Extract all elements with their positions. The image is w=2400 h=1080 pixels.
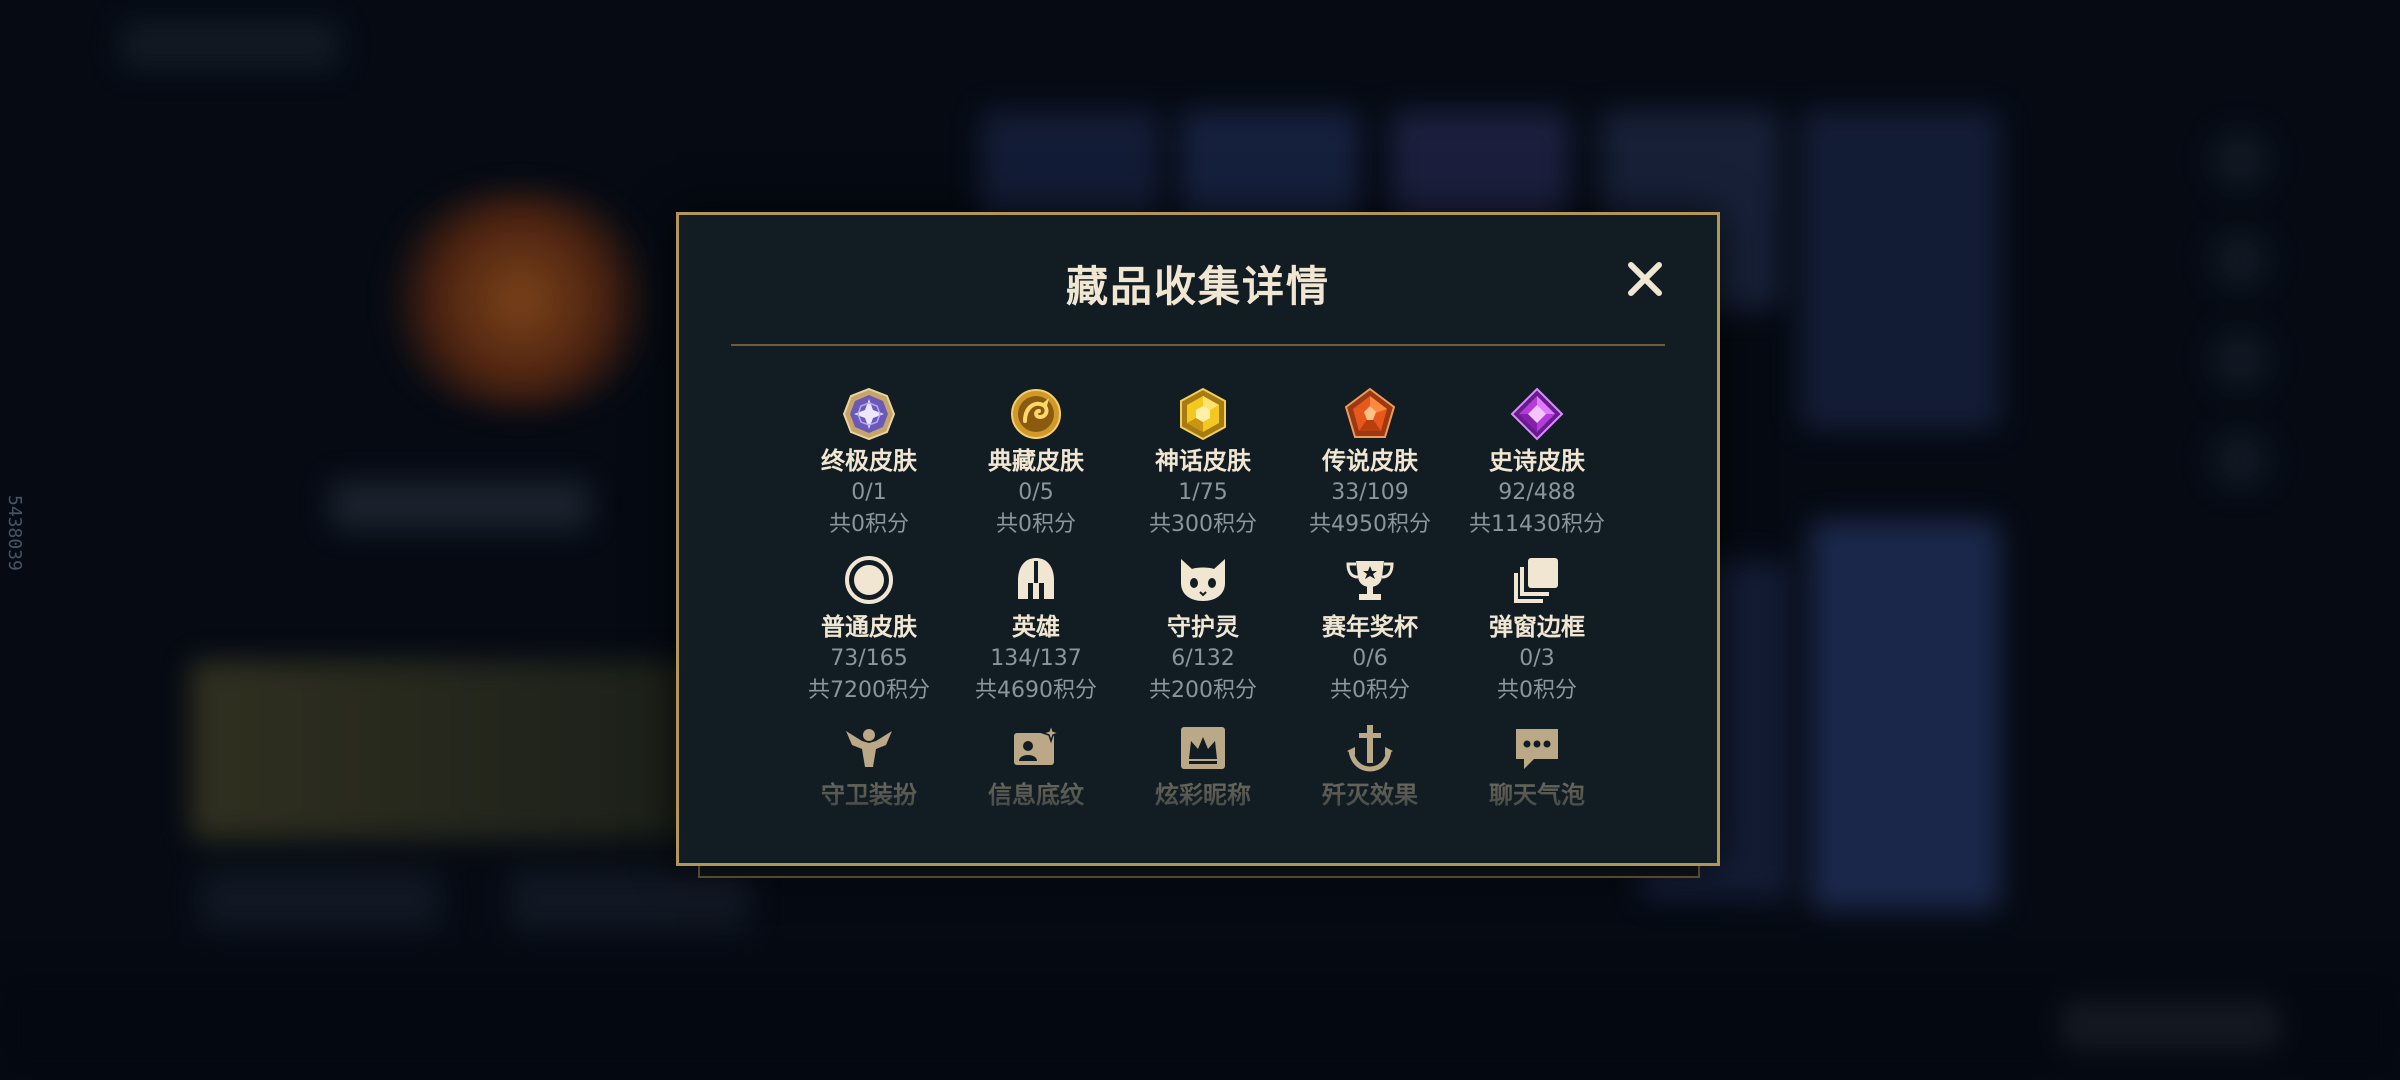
dialog-bottom-edge xyxy=(698,866,1700,878)
side-id-label: 5438039 xyxy=(4,495,25,571)
item-points: 共0积分 xyxy=(1497,678,1577,703)
info-card-icon xyxy=(1014,722,1062,765)
collection-item-nickname[interactable]: 炫彩昵称 xyxy=(1119,721,1287,811)
title-divider xyxy=(731,344,1665,346)
item-points: 共11430积分 xyxy=(1469,512,1605,537)
prestige-skin-icon xyxy=(1011,389,1061,439)
elimination-effect-icon xyxy=(1347,725,1393,772)
collection-grid: 终极皮肤 0/1 共0积分 典藏皮肤 0/5 共0积分 神话皮肤 1/75 共3… xyxy=(679,375,1717,843)
mythic-skin-icon xyxy=(1180,387,1226,441)
close-button[interactable] xyxy=(1623,257,1667,301)
ward-skin-icon xyxy=(846,729,892,767)
item-count: 1/75 xyxy=(1178,480,1228,505)
close-icon xyxy=(1628,262,1662,296)
item-count: 92/488 xyxy=(1498,480,1576,505)
collection-item-elimination-effect[interactable]: 歼灭效果 xyxy=(1286,721,1454,811)
item-count: 134/137 xyxy=(990,646,1082,671)
item-name: 守护灵 xyxy=(1167,613,1239,641)
item-points: 共7200积分 xyxy=(808,678,930,703)
standard-skin-icon xyxy=(845,556,893,604)
item-name: 传说皮肤 xyxy=(1322,447,1418,475)
item-count: 0/5 xyxy=(1018,480,1054,505)
item-count: 6/132 xyxy=(1171,646,1235,671)
item-points: 共4690积分 xyxy=(975,678,1097,703)
collection-item-epic-skin[interactable]: 史诗皮肤 92/488 共11430积分 xyxy=(1453,387,1621,541)
dialog-title: 藏品收集详情 xyxy=(1065,262,1330,311)
collection-item-popup-frame[interactable]: 弹窗边框 0/3 共0积分 xyxy=(1453,553,1621,707)
guardian-spirit-icon xyxy=(1181,559,1225,601)
collection-item-info-card[interactable]: 信息底纹 xyxy=(952,721,1120,811)
item-points: 共0积分 xyxy=(1330,678,1410,703)
ultimate-skin-icon xyxy=(842,387,896,441)
item-name: 神话皮肤 xyxy=(1155,447,1251,475)
collection-item-ultimate-skin[interactable]: 终极皮肤 0/1 共0积分 xyxy=(785,387,953,541)
item-name: 普通皮肤 xyxy=(821,613,917,641)
item-name: 史诗皮肤 xyxy=(1489,447,1585,475)
collection-item-ward-skin[interactable]: 守卫装扮 xyxy=(785,721,953,811)
item-name: 守卫装扮 xyxy=(821,781,917,809)
nickname-icon xyxy=(1181,727,1225,769)
collection-item-chat-bubble[interactable]: 聊天气泡 xyxy=(1453,721,1621,811)
collection-item-prestige-skin[interactable]: 典藏皮肤 0/5 共0积分 xyxy=(952,387,1120,541)
item-points: 共4950积分 xyxy=(1309,512,1431,537)
item-name: 赛年奖杯 xyxy=(1322,613,1418,641)
trophy-icon xyxy=(1346,561,1394,600)
collection-item-champion[interactable]: 英雄 134/137 共4690积分 xyxy=(952,553,1120,707)
item-name: 炫彩昵称 xyxy=(1155,781,1251,809)
item-count: 0/3 xyxy=(1519,646,1555,671)
item-name: 聊天气泡 xyxy=(1489,781,1585,809)
epic-skin-icon xyxy=(1510,387,1564,441)
popup-frame-icon xyxy=(1514,558,1558,603)
chat-bubble-icon xyxy=(1516,729,1558,769)
item-count: 33/109 xyxy=(1331,480,1409,505)
collection-item-guardian-spirit[interactable]: 守护灵 6/132 共200积分 xyxy=(1119,553,1287,707)
item-points: 共0积分 xyxy=(829,512,909,537)
item-points: 共300积分 xyxy=(1149,512,1257,537)
item-name: 终极皮肤 xyxy=(821,447,917,475)
item-count: 0/6 xyxy=(1352,646,1388,671)
item-name: 歼灭效果 xyxy=(1322,781,1418,809)
collection-details-dialog: 藏品收集详情 终极皮肤 0/1 共0积分 典藏皮肤 0/5 共0积分 神话皮肤 … xyxy=(676,212,1720,866)
collection-item-standard-skin[interactable]: 普通皮肤 73/165 共7200积分 xyxy=(785,553,953,707)
item-points: 共0积分 xyxy=(996,512,1076,537)
item-points: 共200积分 xyxy=(1149,678,1257,703)
item-name: 典藏皮肤 xyxy=(988,447,1084,475)
item-count: 0/1 xyxy=(851,480,887,505)
collection-item-mythic-skin[interactable]: 神话皮肤 1/75 共300积分 xyxy=(1119,387,1287,541)
item-count: 73/165 xyxy=(830,646,908,671)
champion-helmet-icon xyxy=(1018,558,1054,599)
item-name: 信息底纹 xyxy=(988,781,1084,809)
collection-item-legendary-skin[interactable]: 传说皮肤 33/109 共4950积分 xyxy=(1286,387,1454,541)
legendary-skin-icon xyxy=(1344,387,1396,438)
item-name: 弹窗边框 xyxy=(1489,613,1585,641)
collection-item-season-trophy[interactable]: 赛年奖杯 0/6 共0积分 xyxy=(1286,553,1454,707)
item-name: 英雄 xyxy=(1012,613,1060,641)
